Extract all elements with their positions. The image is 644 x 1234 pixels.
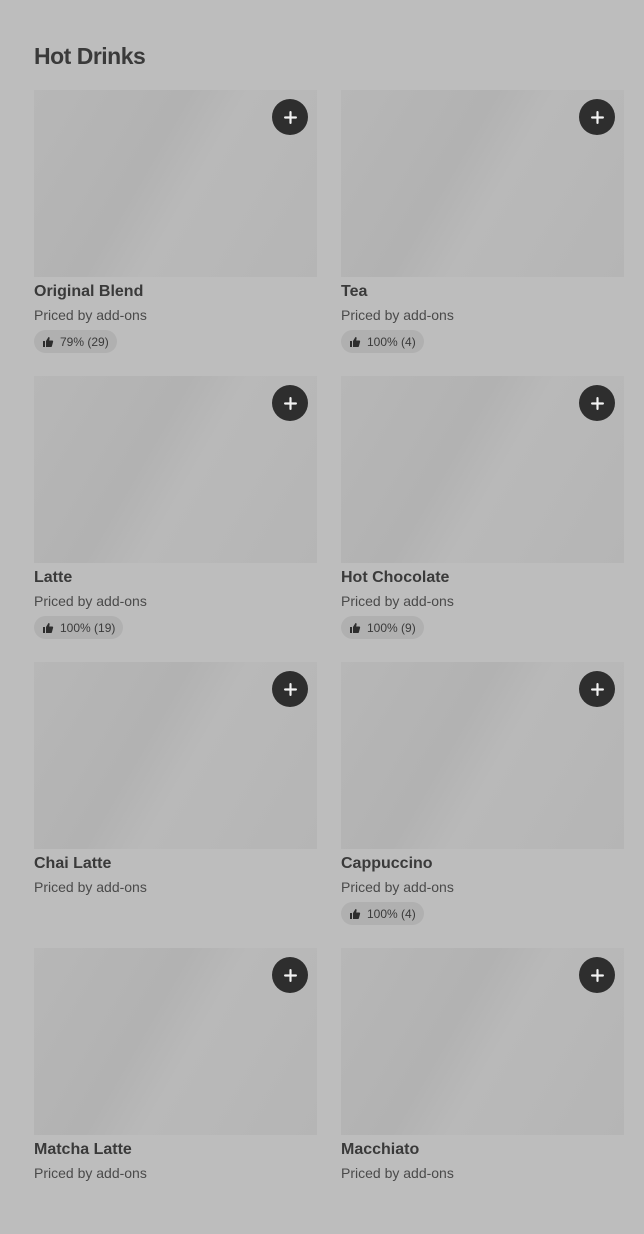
item-name: Cappuccino [341, 855, 433, 872]
rating-badge: 100% (4) [341, 330, 424, 353]
item-price: Priced by add-ons [34, 1165, 147, 1181]
menu-item-card[interactable]: Chai Latte Priced by add-ons [34, 662, 317, 948]
menu-item-card[interactable]: Tea Priced by add-ons 100% (4) [341, 90, 624, 376]
item-image[interactable] [341, 662, 624, 849]
item-name: Matcha Latte [34, 1141, 132, 1158]
plus-icon [283, 110, 297, 124]
menu-item-card[interactable]: Macchiato Priced by add-ons [341, 948, 624, 1234]
thumbs-up-icon [42, 336, 54, 348]
item-price: Priced by add-ons [341, 1165, 454, 1181]
thumbs-up-icon [349, 336, 361, 348]
section-title: Hot Drinks [34, 43, 146, 69]
previous-section-remnant [34, 0, 624, 6]
menu-item-card[interactable]: Matcha Latte Priced by add-ons [34, 948, 317, 1234]
rating-badge: 79% (29) [34, 330, 117, 353]
thumbs-up-icon [42, 622, 54, 634]
item-price: Priced by add-ons [341, 307, 454, 323]
item-price: Priced by add-ons [34, 879, 147, 895]
add-item-button[interactable] [272, 385, 308, 421]
rating-badge: 100% (4) [341, 902, 424, 925]
item-image[interactable] [34, 662, 317, 849]
add-item-button[interactable] [579, 99, 615, 135]
rating-text: 100% (4) [367, 906, 416, 921]
rating-text: 79% (29) [60, 334, 109, 349]
rating-badge: 100% (19) [34, 616, 124, 639]
item-name: Chai Latte [34, 855, 112, 872]
item-image[interactable] [34, 376, 317, 563]
plus-icon [590, 110, 604, 124]
rating-text: 100% (19) [60, 620, 116, 635]
plus-icon [590, 682, 604, 696]
plus-icon [283, 396, 297, 410]
thumbs-up-icon [349, 908, 361, 920]
rating-text: 100% (4) [367, 334, 416, 349]
rating-text: 100% (9) [367, 620, 416, 635]
menu-item-grid: Original Blend Priced by add-ons 79% (29… [34, 90, 624, 1234]
item-name: Macchiato [341, 1141, 420, 1158]
item-name: Original Blend [34, 283, 144, 300]
plus-icon [590, 396, 604, 410]
item-name: Tea [341, 283, 368, 300]
rating-badge: 100% (9) [341, 616, 424, 639]
add-item-button[interactable] [579, 385, 615, 421]
add-item-button[interactable] [272, 957, 308, 993]
menu-item-card[interactable]: Cappuccino Priced by add-ons 100% (4) [341, 662, 624, 948]
menu-item-card[interactable]: Hot Chocolate Priced by add-ons 100% (9) [341, 376, 624, 662]
plus-icon [283, 968, 297, 982]
add-item-button[interactable] [272, 99, 308, 135]
add-item-button[interactable] [272, 671, 308, 707]
item-name: Hot Chocolate [341, 569, 450, 586]
item-image[interactable] [341, 376, 624, 563]
plus-icon [590, 968, 604, 982]
thumbs-up-icon [349, 622, 361, 634]
item-price: Priced by add-ons [34, 593, 147, 609]
menu-item-card[interactable]: Latte Priced by add-ons 100% (19) [34, 376, 317, 662]
item-price: Priced by add-ons [341, 593, 454, 609]
item-image[interactable] [341, 948, 624, 1135]
add-item-button[interactable] [579, 957, 615, 993]
item-price: Priced by add-ons [34, 307, 147, 323]
item-price: Priced by add-ons [341, 879, 454, 895]
menu-item-card[interactable]: Original Blend Priced by add-ons 79% (29… [34, 90, 317, 376]
item-image[interactable] [341, 90, 624, 277]
add-item-button[interactable] [579, 671, 615, 707]
item-name: Latte [34, 569, 73, 586]
item-image[interactable] [34, 948, 317, 1135]
plus-icon [283, 682, 297, 696]
item-image[interactable] [34, 90, 317, 277]
